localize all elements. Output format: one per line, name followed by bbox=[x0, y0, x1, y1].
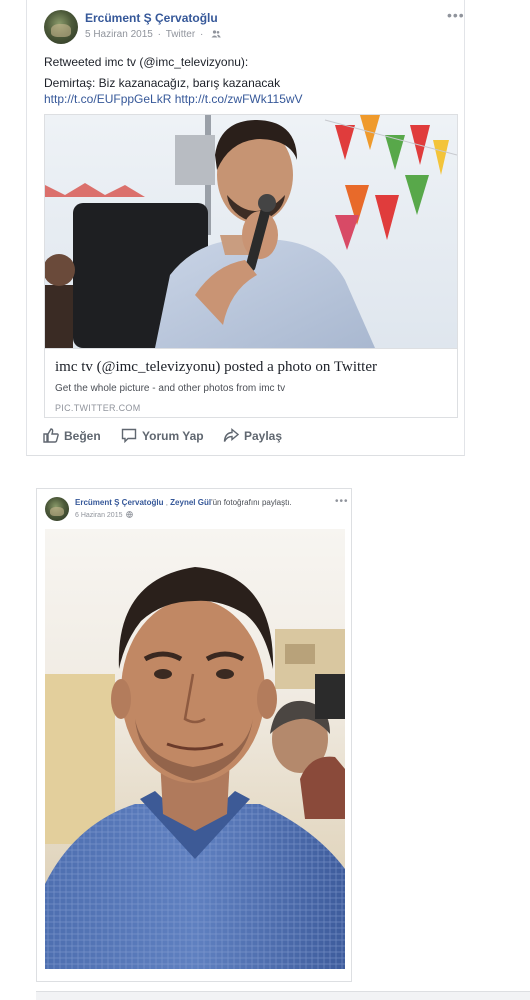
post-card-1: Ercüment Ş Çervatoğlu 5 Haziran 2015 · T… bbox=[26, 0, 465, 456]
link-preview-domain: PIC.TWITTER.COM bbox=[55, 403, 141, 413]
post-link-1[interactable]: http://t.co/EUFppGeLkR bbox=[44, 92, 171, 106]
comment-icon bbox=[121, 428, 137, 443]
portrait-photo bbox=[45, 529, 345, 969]
author-avatar[interactable] bbox=[45, 497, 69, 521]
author-name[interactable]: Ercüment Ş Çervatoğlu bbox=[85, 11, 218, 25]
link-preview-caption[interactable]: imc tv (@imc_televizyonu) posted a photo… bbox=[45, 348, 457, 418]
comment-button[interactable]: Yorum Yap bbox=[121, 428, 204, 443]
link-preview-card[interactable]: imc tv (@imc_televizyonu) posted a photo… bbox=[44, 114, 458, 418]
more-options-icon[interactable]: ••• bbox=[447, 8, 465, 22]
post-actions: Beğen Yorum Yap Paylaş bbox=[43, 428, 453, 446]
post-text: Retweeted imc tv (@imc_televizyonu): Dem… bbox=[44, 54, 454, 107]
share-button[interactable]: Paylaş bbox=[223, 428, 282, 443]
author-name[interactable]: Ercüment Ş Çervatoğlu bbox=[75, 498, 163, 507]
like-button[interactable]: Beğen bbox=[43, 428, 101, 443]
post-header: Ercüment Ş Çervatoğlu , Zeynel Gül'ün fo… bbox=[75, 498, 292, 507]
share-label: Paylaş bbox=[244, 428, 283, 443]
speaker-photo bbox=[45, 115, 457, 348]
retweet-line: Retweeted imc tv (@imc_televizyonu): bbox=[44, 55, 249, 69]
post-source[interactable]: Twitter bbox=[166, 29, 195, 40]
post-meta: 5 Haziran 2015 · Twitter · bbox=[85, 29, 221, 40]
share-icon bbox=[223, 428, 239, 442]
author-avatar[interactable] bbox=[44, 10, 78, 44]
link-preview-photo[interactable] bbox=[45, 115, 457, 348]
shared-text: 'ün fotoğrafını paylaştı. bbox=[211, 498, 292, 507]
thumbs-up-icon bbox=[43, 428, 59, 443]
post-link-2[interactable]: http://t.co/zwFWk115wV bbox=[175, 92, 303, 106]
shared-photo[interactable] bbox=[45, 529, 345, 969]
link-preview-description: Get the whole picture - and other photos… bbox=[55, 383, 286, 394]
post-date[interactable]: 5 Haziran 2015 bbox=[85, 29, 153, 40]
quote-line: Demirtaş: Biz kazanacağız, barış kazanac… bbox=[44, 76, 281, 90]
shared-from-name[interactable]: Zeynel Gül bbox=[170, 498, 211, 507]
post-date[interactable]: 6 Haziran 2015 bbox=[75, 512, 122, 519]
comment-label: Yorum Yap bbox=[142, 428, 204, 443]
more-options-icon[interactable]: ••• bbox=[335, 497, 349, 507]
post-card-2: Ercüment Ş Çervatoğlu , Zeynel Gül'ün fo… bbox=[36, 488, 352, 982]
friends-icon[interactable] bbox=[211, 30, 221, 38]
post-meta: 6 Haziran 2015 bbox=[75, 511, 134, 519]
like-label: Beğen bbox=[64, 428, 101, 443]
globe-icon[interactable] bbox=[126, 511, 134, 518]
link-preview-title[interactable]: imc tv (@imc_televizyonu) posted a photo… bbox=[55, 359, 377, 376]
